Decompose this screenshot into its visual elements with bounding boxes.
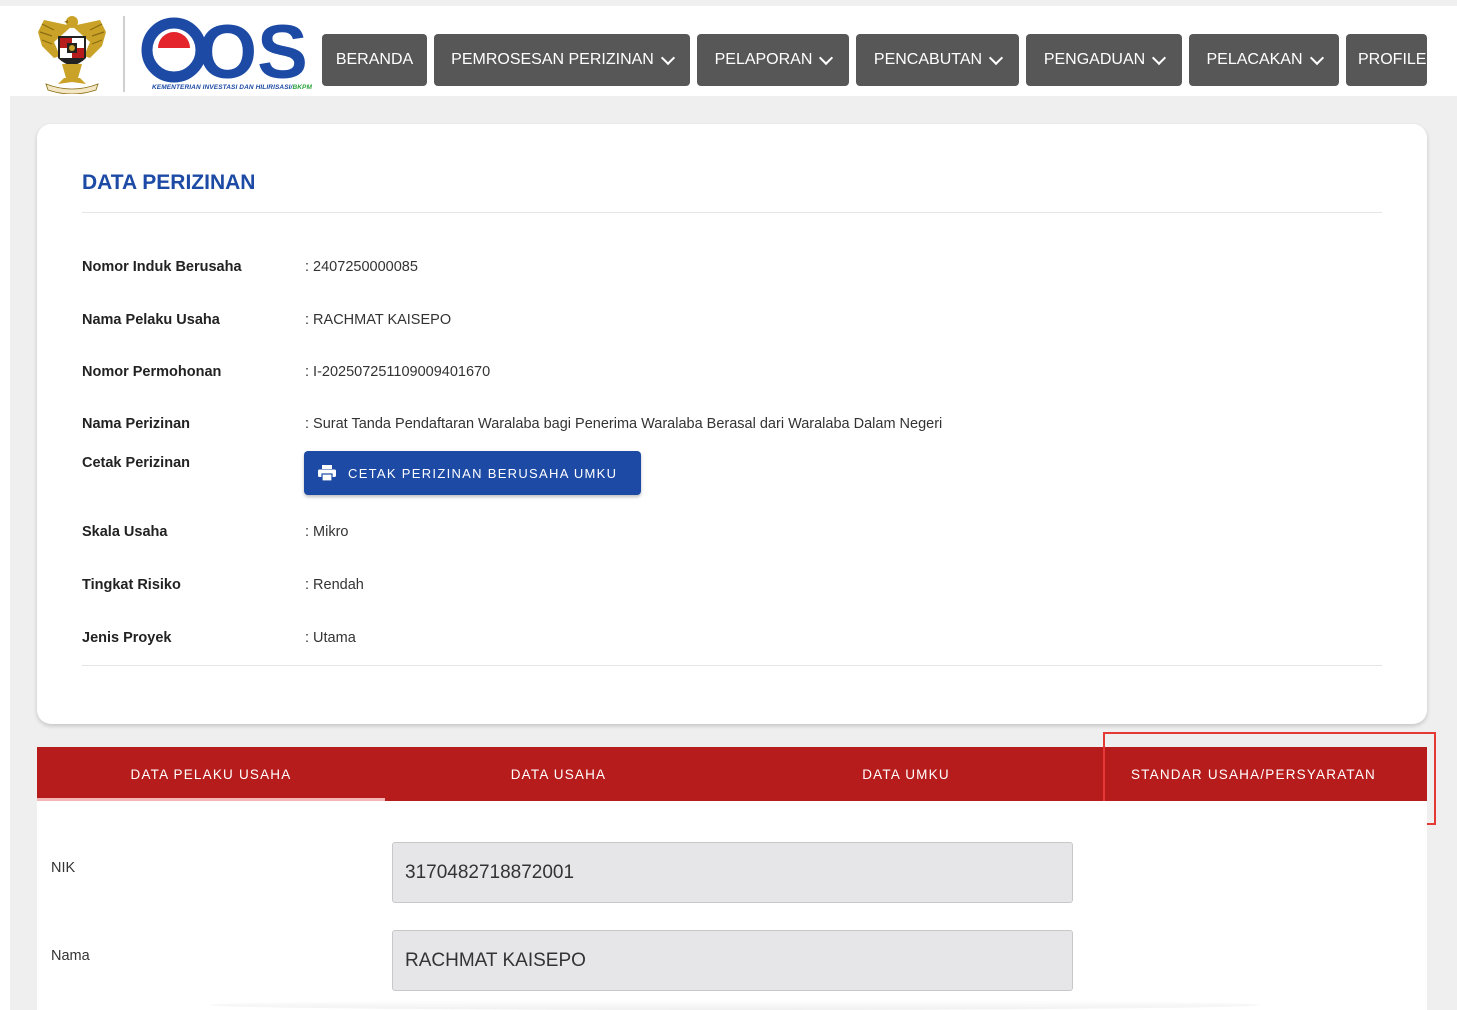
label-skala-usaha: Skala Usaha bbox=[82, 524, 168, 540]
logo-subtitle: KEMENTERIAN INVESTASI DAN HILIRISASI/BKP… bbox=[152, 84, 312, 91]
value-nama-pelaku-usaha: : RACHMAT KAISEPO bbox=[305, 312, 452, 328]
label-nomor-permohonan: Nomor Permohonan bbox=[82, 364, 222, 380]
label-cetak-perizinan: Cetak Perizinan bbox=[82, 455, 190, 471]
label-nama-perizinan: Nama Perizinan bbox=[82, 416, 190, 432]
nav-pengaduan[interactable]: PENGADUAN bbox=[1026, 34, 1182, 86]
chevron-down-icon bbox=[1152, 50, 1167, 65]
cetak-perizinan-label: CETAK PERIZINAN BERUSAHA UMKU bbox=[348, 465, 618, 481]
nik-field[interactable] bbox=[392, 842, 1073, 903]
chevron-down-icon bbox=[1309, 50, 1324, 65]
cetak-perizinan-button[interactable]: CETAK PERIZINAN BERUSAHA UMKU bbox=[304, 451, 641, 495]
chevron-down-icon bbox=[660, 50, 675, 65]
nav-profile[interactable]: PROFILE bbox=[1346, 34, 1427, 86]
value-nomor-permohonan: : I-202507251109009401670 bbox=[305, 364, 491, 380]
nama-label: Nama bbox=[51, 948, 90, 964]
label-nama-pelaku-usaha: Nama Pelaku Usaha bbox=[82, 312, 220, 328]
divider bbox=[82, 665, 1382, 666]
data-pelaku-usaha-form: NIK Nama bbox=[37, 801, 1427, 1010]
site-header: OSS KEMENTERIAN INVESTASI DAN HILIRISASI… bbox=[0, 6, 1457, 96]
nav-pencabutan[interactable]: PENCABUTAN bbox=[856, 34, 1019, 86]
label-nomor-induk-berusaha: Nomor Induk Berusaha bbox=[82, 259, 242, 275]
printer-icon bbox=[318, 465, 336, 481]
label-jenis-proyek: Jenis Proyek bbox=[82, 630, 172, 646]
value-nama-perizinan: : Surat Tanda Pendaftaran Waralaba bagi … bbox=[305, 416, 943, 432]
nik-label: NIK bbox=[51, 860, 76, 876]
tab-data-usaha[interactable]: DATA USAHA bbox=[385, 747, 732, 801]
data-perizinan-card: DATA PERIZINAN Nomor Induk Berusaha : 24… bbox=[37, 124, 1427, 724]
page-title: DATA PERIZINAN bbox=[82, 171, 256, 194]
label-tingkat-risiko: Tingkat Risiko bbox=[82, 577, 181, 593]
value-skala-usaha: : Mikro bbox=[305, 524, 349, 540]
garuda-emblem-icon bbox=[38, 16, 106, 94]
divider bbox=[82, 212, 1382, 213]
tab-data-umku[interactable]: DATA UMKU bbox=[732, 747, 1080, 801]
logo-text: OSS bbox=[198, 10, 306, 95]
tab-data-pelaku-usaha[interactable]: DATA PELAKU USAHA bbox=[37, 747, 385, 801]
nav-pelaporan[interactable]: PELAPORAN bbox=[697, 34, 849, 86]
nav-pemrosesan-perizinan[interactable]: PEMROSESAN PERIZINAN bbox=[434, 34, 690, 86]
value-tingkat-risiko: : Rendah bbox=[305, 577, 364, 593]
nav-beranda[interactable]: BERANDA bbox=[322, 34, 427, 86]
chevron-down-icon bbox=[819, 50, 834, 65]
chevron-down-icon bbox=[989, 50, 1004, 65]
value-nomor-induk-berusaha: : 2407250000085 bbox=[305, 259, 418, 275]
nav-pelacakan[interactable]: PELACAKAN bbox=[1189, 34, 1339, 86]
value-jenis-proyek: : Utama bbox=[305, 630, 356, 646]
nama-field[interactable] bbox=[392, 930, 1073, 991]
